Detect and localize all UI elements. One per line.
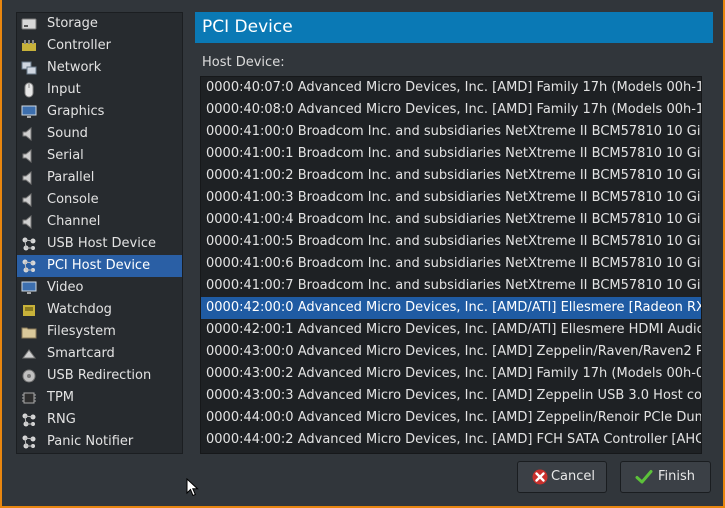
sidebar-item-rng[interactable]: RNG: [17, 409, 182, 431]
sidebar-item-sound[interactable]: Sound: [17, 123, 182, 145]
sidebar-item-watchdog[interactable]: Watchdog: [17, 299, 182, 321]
console-icon: [21, 192, 37, 208]
list-item[interactable]: 0000:44:00:2 Advanced Micro Devices, Inc…: [201, 429, 701, 451]
smartcard-icon: [21, 346, 37, 362]
list-item[interactable]: 0000:41:00:1 Broadcom Inc. and subsidiar…: [201, 143, 701, 165]
sidebar-item-label: Filesystem: [47, 324, 116, 339]
finish-button[interactable]: Finish: [620, 461, 711, 493]
monitor-icon: [21, 104, 37, 120]
list-item[interactable]: 0000:42:00:0 Advanced Micro Devices, Inc…: [201, 297, 701, 319]
sidebar-item-label: Watchdog: [47, 302, 112, 317]
list-item[interactable]: 0000:41:00:5 Broadcom Inc. and subsidiar…: [201, 231, 701, 253]
sidebar-item-usb-redirection[interactable]: USB Redirection: [17, 365, 182, 387]
sidebar-item-graphics[interactable]: Graphics: [17, 101, 182, 123]
tpm-icon: [21, 390, 37, 406]
sidebar-item-label: Serial: [47, 148, 84, 163]
sidebar-item-panic-notifier[interactable]: Panic Notifier: [17, 431, 182, 453]
sidebar-item-label: Video: [47, 280, 84, 295]
finish-label: Finish: [657, 469, 695, 484]
sidebar-item-controller[interactable]: Controller: [17, 35, 182, 57]
sidebar-item-label: Smartcard: [47, 346, 115, 361]
sidebar-item-label: Sound: [47, 126, 88, 141]
hardware-type-list[interactable]: Storage Controller Network Input Graphics Sou…: [16, 12, 183, 454]
serial-icon: [21, 148, 37, 164]
host-device-label: Host Device:: [202, 55, 285, 70]
sidebar-item-label: USB Redirection: [47, 368, 152, 383]
sidebar-item-label: Graphics: [47, 104, 105, 119]
parallel-icon: [21, 170, 37, 186]
sidebar-item-label: TPM: [47, 390, 74, 405]
sidebar-item-storage[interactable]: Storage: [17, 13, 182, 35]
host-device-list[interactable]: 0000:40:07:0 Advanced Micro Devices, Inc…: [200, 76, 702, 454]
sidebar-item-label: Channel: [47, 214, 101, 229]
list-item[interactable]: 0000:40:07:0 Advanced Micro Devices, Inc…: [201, 77, 701, 99]
mouse-icon: [21, 82, 37, 98]
channel-icon: [21, 214, 37, 230]
sidebar-item-label: Controller: [47, 38, 111, 53]
sidebar-item-label: Console: [47, 192, 99, 207]
sidebar-item-tpm[interactable]: TPM: [17, 387, 182, 409]
sidebar-item-label: Input: [47, 82, 81, 97]
list-item[interactable]: 0000:42:00:1 Advanced Micro Devices, Inc…: [201, 319, 701, 341]
sidebar-item-channel[interactable]: Channel: [17, 211, 182, 233]
page-title: PCI Device: [195, 12, 713, 43]
controller-icon: [21, 38, 37, 54]
cancel-icon: [532, 469, 548, 485]
mouse-pointer-icon: [186, 478, 199, 497]
usb-redirection-icon: [21, 368, 37, 384]
sidebar-item-label: Parallel: [47, 170, 95, 185]
list-item[interactable]: 0000:44:00:0 Advanced Micro Devices, Inc…: [201, 407, 701, 429]
list-item[interactable]: 0000:40:08:0 Advanced Micro Devices, Inc…: [201, 99, 701, 121]
sidebar-item-smartcard[interactable]: Smartcard: [17, 343, 182, 365]
usb-icon: [21, 236, 37, 252]
list-item[interactable]: 0000:41:00:6 Broadcom Inc. and subsidiar…: [201, 253, 701, 275]
sidebar-item-console[interactable]: Console: [17, 189, 182, 211]
list-item[interactable]: 0000:43:00:2 Advanced Micro Devices, Inc…: [201, 363, 701, 385]
folder-icon: [21, 324, 37, 340]
list-item[interactable]: 0000:41:00:4 Broadcom Inc. and subsidiar…: [201, 209, 701, 231]
list-item[interactable]: 0000:41:00:2 Broadcom Inc. and subsidiar…: [201, 165, 701, 187]
list-item[interactable]: 0000:43:00:0 Advanced Micro Devices, Inc…: [201, 341, 701, 363]
speaker-icon: [21, 126, 37, 142]
sidebar-item-pci-host-device[interactable]: PCI Host Device: [17, 255, 182, 277]
sidebar-item-label: Network: [47, 60, 102, 75]
sidebar-item-label: USB Host Device: [47, 236, 157, 251]
rng-icon: [21, 412, 37, 428]
sidebar-item-parallel[interactable]: Parallel: [17, 167, 182, 189]
sidebar-item-label: Panic Notifier: [47, 434, 134, 449]
sidebar-item-input[interactable]: Input: [17, 79, 182, 101]
list-item[interactable]: 0000:41:00:3 Broadcom Inc. and subsidiar…: [201, 187, 701, 209]
checkmark-icon: [635, 470, 653, 484]
network-icon: [21, 60, 37, 76]
sidebar-item-filesystem[interactable]: Filesystem: [17, 321, 182, 343]
watchdog-icon: [21, 302, 37, 318]
list-item[interactable]: 0000:43:00:3 Advanced Micro Devices, Inc…: [201, 385, 701, 407]
storage-icon: [21, 16, 37, 32]
sidebar-item-label: RNG: [47, 412, 76, 427]
sidebar-item-label: PCI Host Device: [47, 258, 151, 273]
cancel-button[interactable]: Cancel: [517, 461, 607, 493]
list-item[interactable]: 0000:41:00:0 Broadcom Inc. and subsidiar…: [201, 121, 701, 143]
sidebar-item-usb-host-device[interactable]: USB Host Device: [17, 233, 182, 255]
cancel-label: Cancel: [550, 469, 596, 484]
list-item[interactable]: 0000:41:00:7 Broadcom Inc. and subsidiar…: [201, 275, 701, 297]
sidebar-item-video[interactable]: Video: [17, 277, 182, 299]
sidebar-item-serial[interactable]: Serial: [17, 145, 182, 167]
panic-icon: [21, 434, 37, 450]
sidebar-item-label: Storage: [47, 16, 98, 31]
sidebar-item-network[interactable]: Network: [17, 57, 182, 79]
add-hardware-window: Storage Controller Network Input Graphics Sou…: [2, 0, 723, 506]
pci-icon: [21, 258, 37, 274]
video-icon: [21, 280, 37, 296]
